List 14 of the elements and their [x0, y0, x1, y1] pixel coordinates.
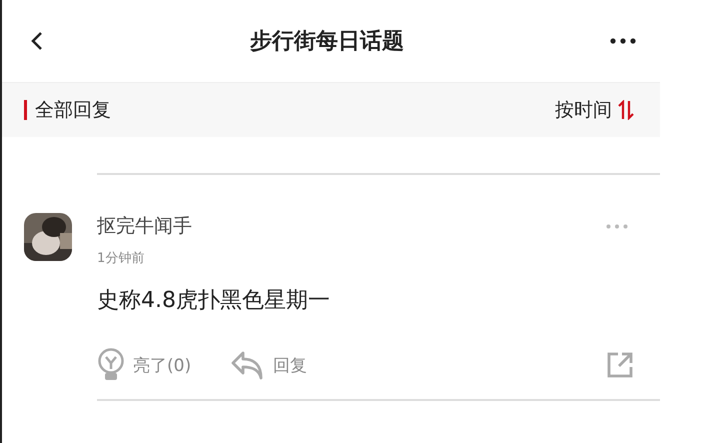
page-title: 步行街每日话题: [250, 28, 404, 56]
more-icon[interactable]: [610, 38, 636, 44]
lightbulb-icon: [97, 348, 125, 382]
sort-icon: [618, 100, 634, 120]
light-button[interactable]: 亮了(0): [97, 348, 192, 382]
comment-text: 史称4.8虎扑黑色星期一: [97, 287, 331, 315]
back-icon[interactable]: [30, 31, 44, 51]
accent-mark: [24, 100, 27, 120]
comment-time: 1分钟前: [97, 250, 146, 267]
reply-button[interactable]: 回复: [231, 350, 308, 380]
author-name[interactable]: 抠完牛闻手: [97, 213, 192, 239]
reply-icon: [231, 350, 266, 380]
sort-button[interactable]: 按时间: [555, 97, 634, 123]
all-replies-label: 全部回复: [35, 98, 111, 123]
